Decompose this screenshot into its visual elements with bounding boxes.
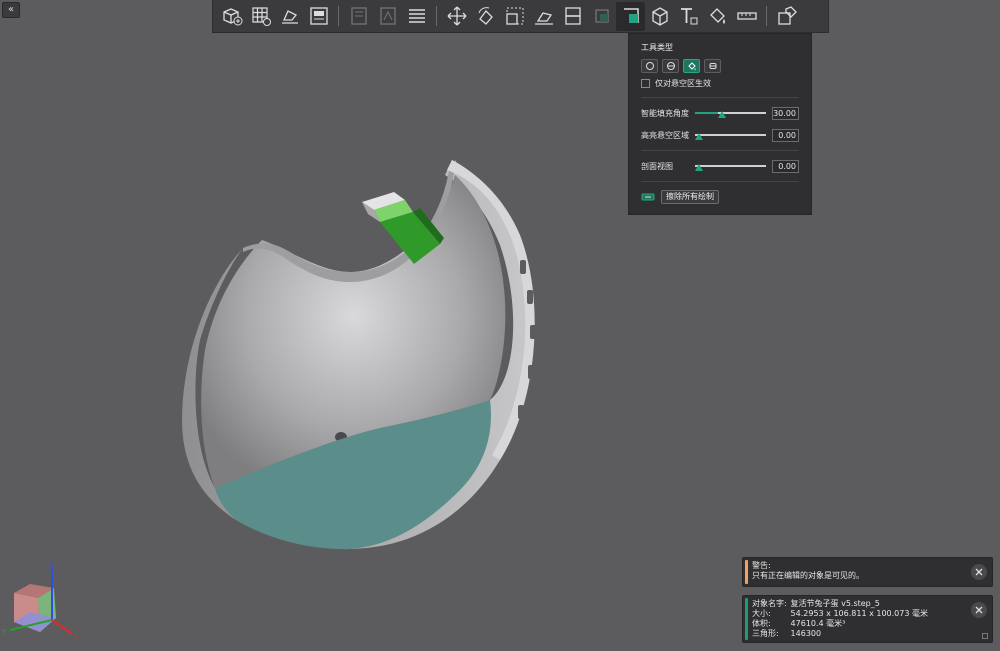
vent-hole xyxy=(528,365,534,379)
warning-title: 警告: xyxy=(752,561,771,570)
object-name-value: 复活节兔子蛋 v5.step_5 xyxy=(790,599,880,608)
arrange-grid-icon[interactable] xyxy=(246,2,275,31)
warning-accent-bar xyxy=(745,560,748,584)
close-icon[interactable] xyxy=(971,564,987,580)
toolbar-separator xyxy=(338,6,339,26)
section-view-input[interactable]: 0.00 xyxy=(772,159,799,173)
smart-fill-angle-slider[interactable] xyxy=(695,107,766,119)
object-size-label: 大小: xyxy=(752,609,771,618)
info-accent-bar xyxy=(745,598,748,640)
move-icon[interactable] xyxy=(442,2,471,31)
circle-brush-icon[interactable] xyxy=(641,59,658,73)
slice-plate-icon[interactable] xyxy=(344,2,373,31)
cut-icon[interactable] xyxy=(558,2,587,31)
section-view-row: 剖面视图 0.00 xyxy=(641,159,799,173)
support-paint-icon[interactable] xyxy=(587,2,616,31)
sphere-brush-icon[interactable] xyxy=(662,59,679,73)
x-axis-label: X xyxy=(74,634,79,642)
slider-thumb[interactable] xyxy=(695,164,703,171)
section-view-label: 剖面视图 xyxy=(641,161,673,171)
text-emboss-icon[interactable] xyxy=(674,2,703,31)
tool-type-group xyxy=(641,59,799,73)
fill-bucket-icon[interactable] xyxy=(683,59,700,73)
object-triangles-value: 146300 xyxy=(790,629,822,638)
list-icon[interactable] xyxy=(402,2,431,31)
highlight-overhang-input[interactable]: 0.00 xyxy=(772,128,799,142)
erase-all-button[interactable]: 擦除所有绘制 xyxy=(661,190,719,204)
section-view-slider[interactable] xyxy=(695,160,766,172)
vent-hole xyxy=(530,325,536,339)
y-axis-label: Y xyxy=(1,628,7,636)
object-info-notification: 对象名字: 复活节兔子蛋 v5.step_5 大小: 54.2953 x 106… xyxy=(742,595,993,643)
close-icon[interactable] xyxy=(971,602,987,618)
3d-viewport[interactable]: « 工具类型 仅对悬空区生效 智能填充角度 30.00 高亮悬空区域 0.00 … xyxy=(0,0,1000,651)
warning-notification: 警告: 只有正在编辑的对象是可见的。 xyxy=(742,557,993,587)
seam-paint-panel: 工具类型 仅对悬空区生效 智能填充角度 30.00 高亮悬空区域 0.00 剖面… xyxy=(628,33,812,215)
object-volume-line: 体积: 47610.4 毫米³ xyxy=(752,619,966,629)
layout-icon[interactable] xyxy=(304,2,333,31)
z-axis-label: Z xyxy=(49,563,54,571)
erase-row: 擦除所有绘制 xyxy=(641,190,799,204)
measure-icon[interactable] xyxy=(732,2,761,31)
scale-icon[interactable] xyxy=(500,2,529,31)
vent-hole xyxy=(518,405,524,419)
object-volume-label: 体积: xyxy=(752,619,771,628)
smart-fill-angle-input[interactable]: 30.00 xyxy=(772,106,799,120)
tool-type-title: 工具类型 xyxy=(641,43,673,52)
gap-fill-icon[interactable] xyxy=(704,59,721,73)
model-scene[interactable] xyxy=(0,0,1000,651)
expand-sidebar-button[interactable]: « xyxy=(2,2,20,18)
mesh-boolean-icon[interactable] xyxy=(645,2,674,31)
slider-thumb[interactable] xyxy=(718,111,726,118)
toolbar-separator xyxy=(436,6,437,26)
slider-thumb[interactable] xyxy=(695,133,703,140)
eraser-icon xyxy=(641,193,655,201)
object-volume-value: 47610.4 毫米³ xyxy=(790,619,846,628)
overhang-only-row[interactable]: 仅对悬空区生效 xyxy=(641,78,799,89)
top-toolbar xyxy=(212,0,829,33)
object-name-line: 对象名字: 复活节兔子蛋 v5.step_5 xyxy=(752,599,966,609)
panel-divider xyxy=(641,97,799,98)
smart-fill-angle-row: 智能填充角度 30.00 xyxy=(641,106,799,120)
rotate-icon[interactable] xyxy=(471,2,500,31)
resize-handle-icon[interactable] xyxy=(982,633,988,639)
add-part-icon[interactable] xyxy=(217,2,246,31)
overhang-only-label: 仅对悬空区生效 xyxy=(655,79,711,88)
axis-gizmo[interactable]: Z X Y xyxy=(0,560,86,646)
vent-hole xyxy=(520,260,526,274)
orient-icon[interactable] xyxy=(275,2,304,31)
panel-divider xyxy=(641,181,799,182)
object-triangles-line: 三角形: 146300 xyxy=(752,629,966,639)
toolbar-separator xyxy=(766,6,767,26)
assembly-icon[interactable] xyxy=(772,2,801,31)
warning-message: 只有正在编辑的对象是可见的。 xyxy=(752,571,864,580)
highlight-overhang-slider[interactable] xyxy=(695,129,766,141)
vent-hole xyxy=(527,290,533,304)
object-size-line: 大小: 54.2953 x 106.811 x 100.073 毫米 xyxy=(752,609,966,619)
slice-all-icon[interactable] xyxy=(373,2,402,31)
seam-paint-icon[interactable] xyxy=(616,1,645,31)
overhang-only-checkbox[interactable] xyxy=(641,79,650,88)
lay-on-face-icon[interactable] xyxy=(529,2,558,31)
object-size-value: 54.2953 x 106.811 x 100.073 毫米 xyxy=(790,609,928,618)
object-name-label: 对象名字: xyxy=(752,599,787,608)
object-triangles-label: 三角形: xyxy=(752,629,779,638)
smart-fill-angle-label: 智能填充角度 xyxy=(641,108,689,118)
panel-divider xyxy=(641,150,799,151)
color-paint-icon[interactable] xyxy=(703,2,732,31)
highlight-overhang-row: 高亮悬空区域 0.00 xyxy=(641,128,799,142)
highlight-overhang-label: 高亮悬空区域 xyxy=(641,130,689,140)
